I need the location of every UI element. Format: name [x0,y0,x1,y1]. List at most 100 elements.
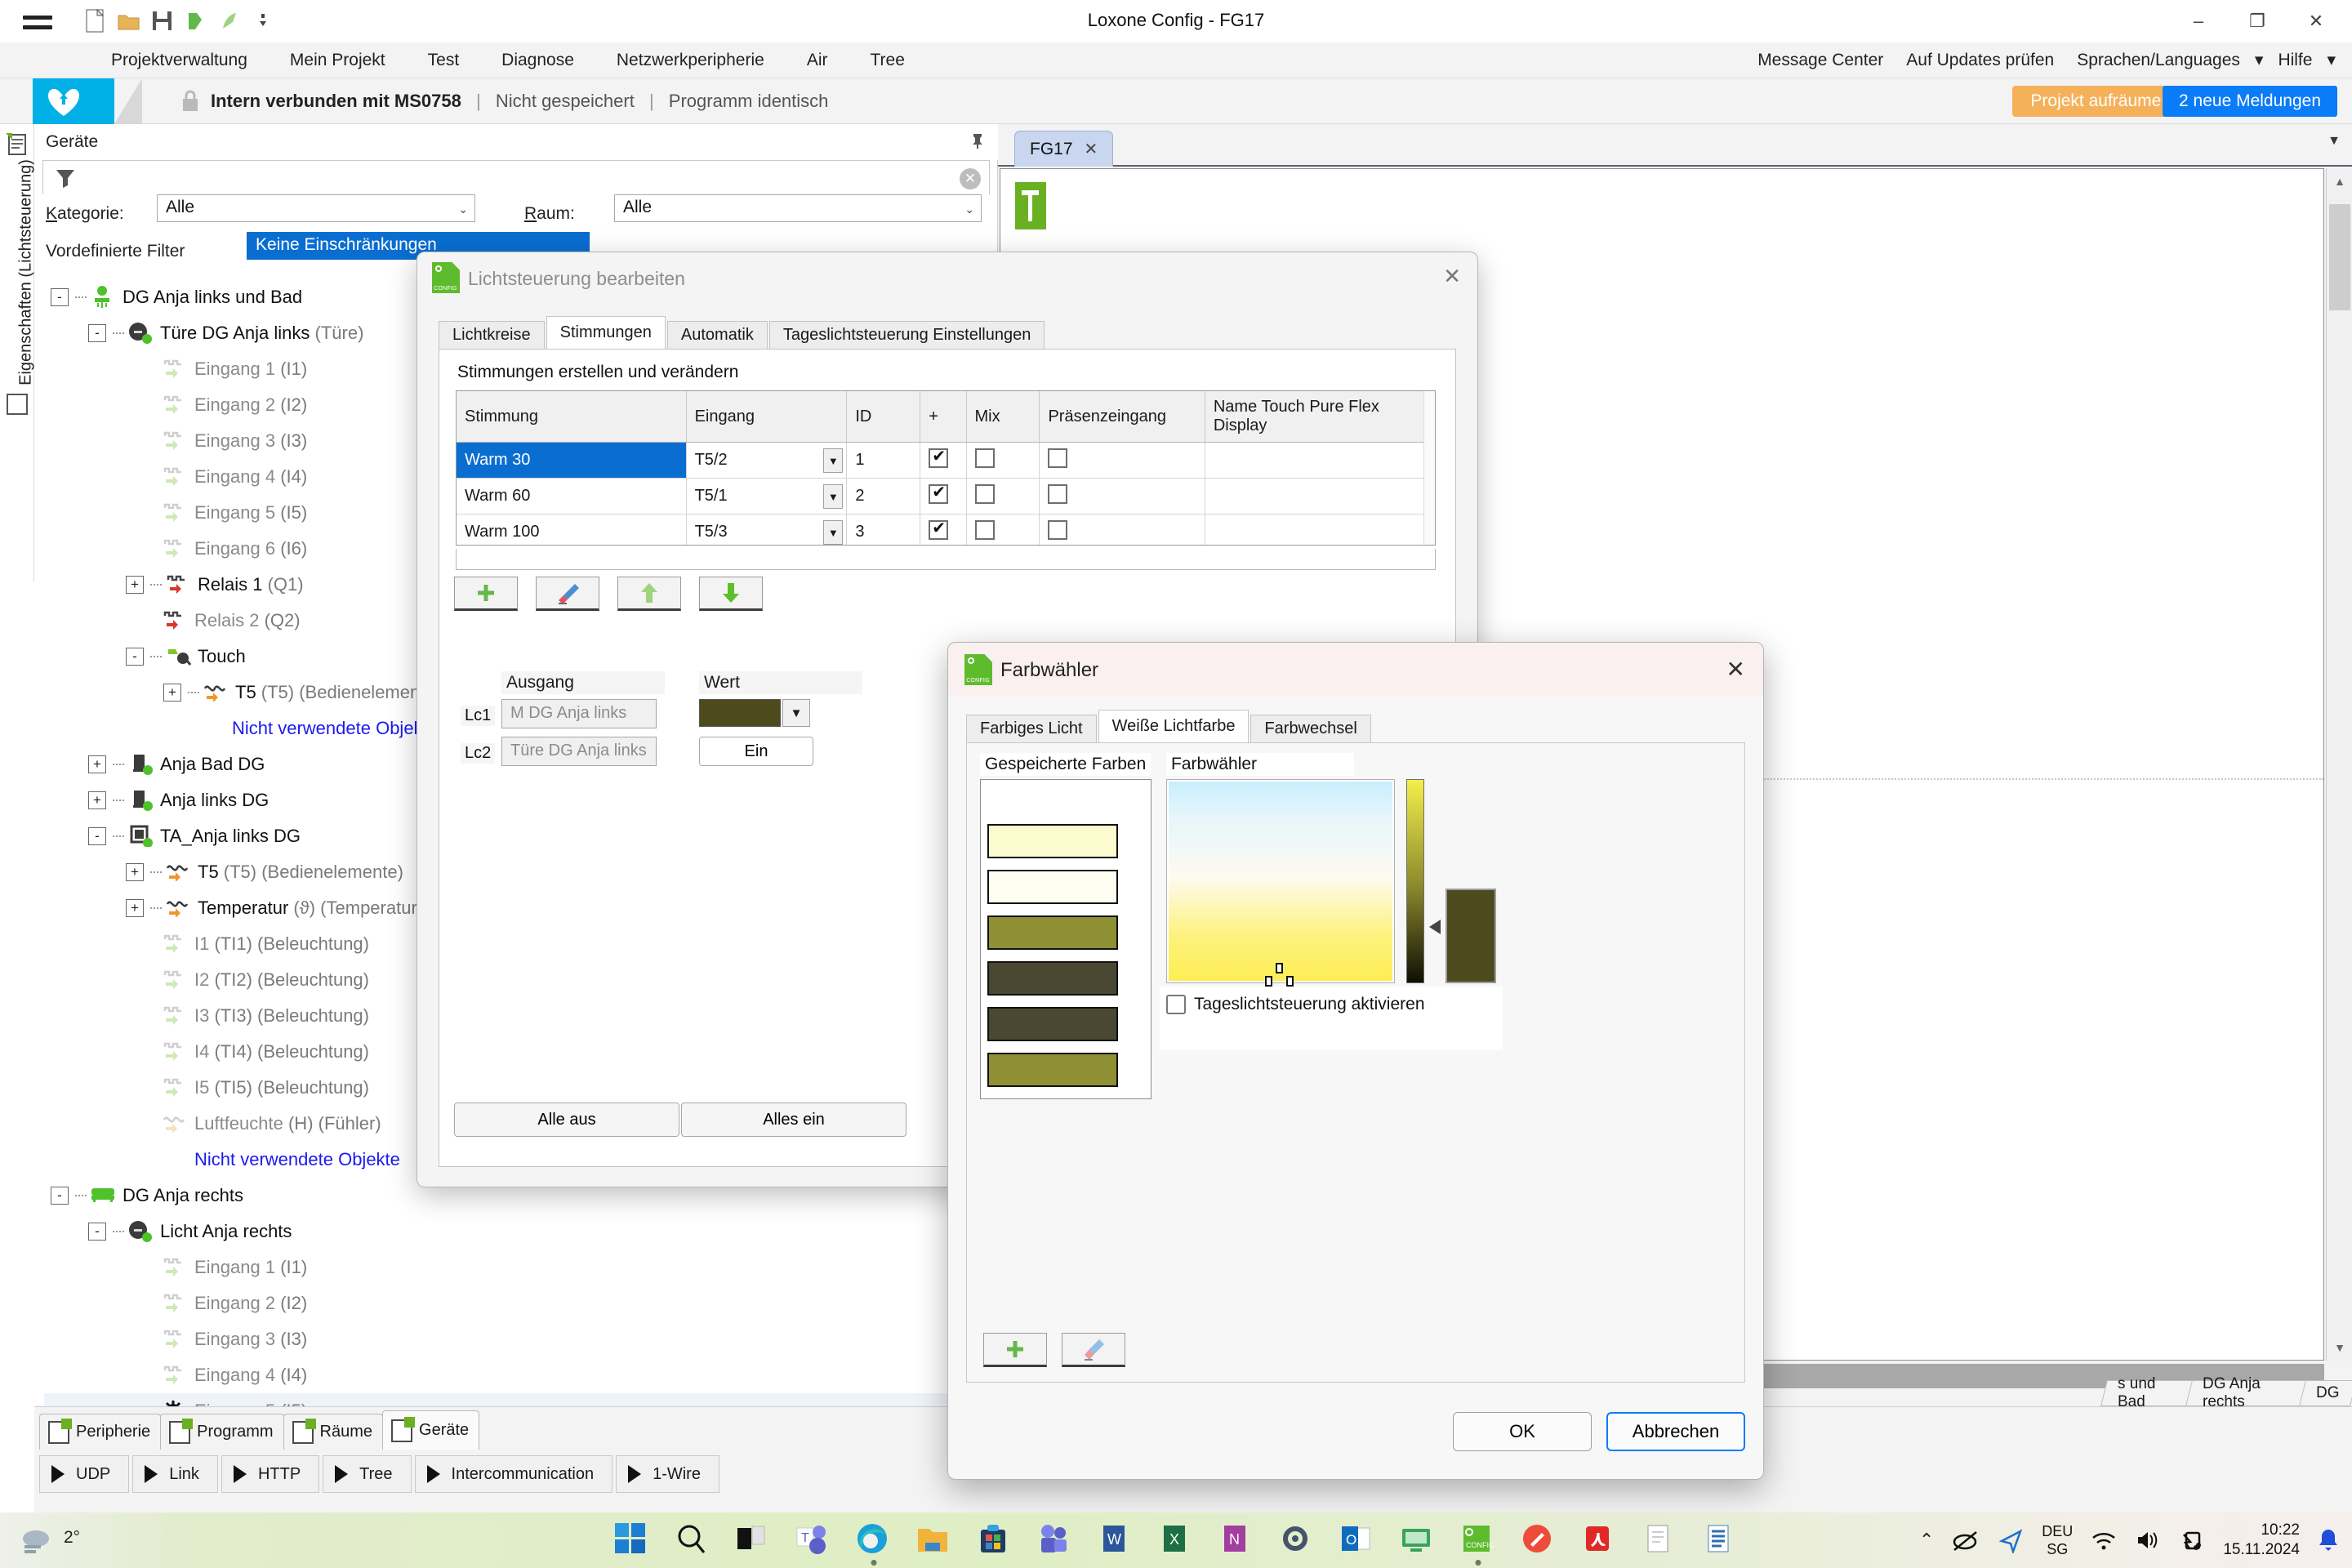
output-value-button-lc2[interactable]: Ein [699,737,813,766]
menu-item-diagnose[interactable]: Diagnose [480,42,595,78]
chevron-down-icon[interactable]: ▼ [823,484,844,509]
location-icon[interactable] [1998,1527,2024,1553]
store-icon[interactable] [976,1521,1013,1559]
moods-table-row[interactable]: Warm 100 T5/3 ▼ 3 [457,514,1435,545]
saved-colors-list[interactable] [980,779,1152,1099]
mood-mix-checkbox[interactable] [974,448,995,468]
scrollbar-thumb[interactable] [2329,204,2350,310]
category-select[interactable]: Alle ⌄ [157,194,475,222]
add-mood-button[interactable] [454,577,518,611]
edit-icon[interactable] [1520,1521,1557,1559]
mood-plus-checkbox-cell[interactable] [920,478,967,514]
start-icon[interactable] [613,1521,651,1559]
moods-col-mix[interactable]: Mix [966,391,1040,443]
saved-color-swatch-3[interactable] [987,961,1118,996]
tree-item-eingang-2[interactable]: Eingang 2 (I2) [44,1285,987,1321]
mood-presence-checkbox-cell[interactable] [1039,478,1205,514]
volume-icon[interactable] [2135,1529,2161,1552]
color-dialog-cancel-button[interactable]: Abbrechen [1606,1412,1745,1451]
document-tab-fg17[interactable]: FG17 ✕ [1014,131,1114,167]
properties-dock-label[interactable]: Eigenschaften (Lichtsteuerung) [17,142,36,403]
saved-color-swatch-4[interactable] [987,1007,1118,1041]
bell-icon[interactable] [2318,1528,2339,1552]
mood-mix-checkbox[interactable] [974,483,995,504]
tree-toggle-collapse[interactable]: - [88,1223,106,1241]
room-select[interactable]: Alle ⌄ [614,194,982,222]
saturation-value-picker[interactable] [1166,779,1395,987]
menu-item-hilfe[interactable]: Hilfe [2266,42,2323,78]
mood-plus-checkbox[interactable] [929,518,949,540]
moods-col-stimmung[interactable]: Stimmung [457,391,687,443]
moods-table-row[interactable]: Warm 30 T5/2 ▼ 1 [457,442,1435,479]
protocol-1-wire[interactable]: 1-Wire [616,1455,719,1493]
chevron-down-icon[interactable]: ▾ [2252,42,2267,78]
sv-cursor[interactable] [1276,963,1283,973]
bottom-tab-peripherie[interactable]: Peripherie [39,1414,162,1450]
loxone-logo-tab[interactable] [33,78,142,124]
bottom-tab-programm[interactable]: Programm [160,1414,284,1450]
mood-display-name-cell[interactable] [1205,442,1435,479]
delete-color-button[interactable] [1062,1333,1125,1367]
mood-input-combo[interactable]: T5/2 ▼ [695,448,844,473]
canvas-vertical-scrollbar[interactable]: ▲ ▼ [2326,168,2352,1361]
tree-toggle-collapse[interactable]: - [51,1187,69,1205]
mood-display-name-cell[interactable] [1205,514,1435,545]
mood-input-combo[interactable]: T5/3 ▼ [695,520,844,545]
mood-name-cell[interactable]: Warm 30 [457,442,687,479]
pin-icon[interactable] [969,132,987,150]
moods-col-pr-senzeingang[interactable]: Präsenzeingang [1039,391,1205,443]
tree-toggle-expand[interactable]: + [88,755,106,773]
mood-mix-checkbox-cell[interactable] [966,442,1040,479]
bottom-tab-geräte[interactable]: Geräte [382,1410,480,1450]
sv-cursor-3[interactable] [1286,976,1294,987]
mood-mix-checkbox[interactable] [974,519,995,540]
tree-toggle-expand[interactable]: + [88,791,106,809]
cloud-off-icon[interactable] [1952,1528,1980,1552]
daylight-checkbox-row[interactable]: Tageslichtsteuerung aktivieren [1166,995,1425,1014]
loxone-config-icon[interactable]: CONFIG [1459,1521,1497,1566]
mood-name-cell[interactable]: Warm 100 [457,514,687,545]
tab-stimmungen[interactable]: Stimmungen [546,316,666,349]
moods-table-scrollbar[interactable] [1423,391,1435,545]
delete-mood-button[interactable] [536,577,599,611]
all-on-button[interactable]: Alles ein [681,1102,906,1137]
mood-input-cell[interactable]: T5/3 ▼ [686,514,848,545]
tray-chevron-icon[interactable]: ⌃ [1919,1530,1934,1551]
onenote-icon[interactable]: N [1218,1521,1255,1559]
menu-item-projektverwaltung[interactable]: Projektverwaltung [90,42,269,78]
mood-presence-checkbox[interactable] [1048,448,1068,468]
move-down-button[interactable] [699,577,763,611]
sv-gradient[interactable] [1169,782,1392,987]
list-icon[interactable] [1701,1521,1739,1559]
brightness-slider-handle[interactable] [1429,920,1441,934]
tree-toggle-collapse[interactable]: - [88,827,106,845]
mood-presence-checkbox[interactable] [1048,483,1068,504]
output-name-lc2[interactable]: Türe DG Anja links [501,737,657,766]
brightness-slider[interactable] [1406,779,1424,983]
tree-toggle-collapse[interactable]: - [88,324,106,342]
sheet-tab-1[interactable]: DG Anja rechts [2185,1375,2308,1410]
tree-toggle-expand[interactable]: + [126,576,144,594]
mood-mix-checkbox-cell[interactable] [966,514,1040,545]
tree-item-licht-anja-rechts[interactable]: - Licht Anja rechts [44,1214,987,1250]
word-icon[interactable]: W [1097,1521,1134,1559]
teams-chat-icon[interactable]: T [795,1521,832,1559]
keyboard-layout-indicator[interactable]: DEU SG [2042,1522,2073,1558]
search-icon[interactable] [674,1521,711,1559]
menu-item-air[interactable]: Air [786,42,849,78]
mood-presence-checkbox[interactable] [1048,519,1068,540]
edge-icon[interactable] [855,1521,893,1566]
notepad-icon[interactable] [1641,1521,1678,1559]
wifi-icon[interactable] [2091,1529,2117,1552]
chevron-down-icon[interactable]: ▼ [823,520,844,545]
mood-input-combo[interactable]: T5/1 ▼ [695,484,844,509]
tree-item-eingang-3[interactable]: Eingang 3 (I3) [44,1321,987,1357]
outlook-icon[interactable]: O [1339,1521,1376,1559]
moods-col-eingang[interactable]: Eingang [686,391,848,443]
light-dialog-close-icon[interactable]: ✕ [1443,264,1461,289]
mood-presence-checkbox-cell[interactable] [1039,514,1205,545]
mood-plus-checkbox-cell[interactable] [920,442,967,479]
tab-tageslichtsteuerung-einstellungen[interactable]: Tageslichtsteuerung Einstellungen [768,321,1045,349]
move-up-button[interactable] [617,577,681,611]
protocol-link[interactable]: Link [132,1455,218,1493]
